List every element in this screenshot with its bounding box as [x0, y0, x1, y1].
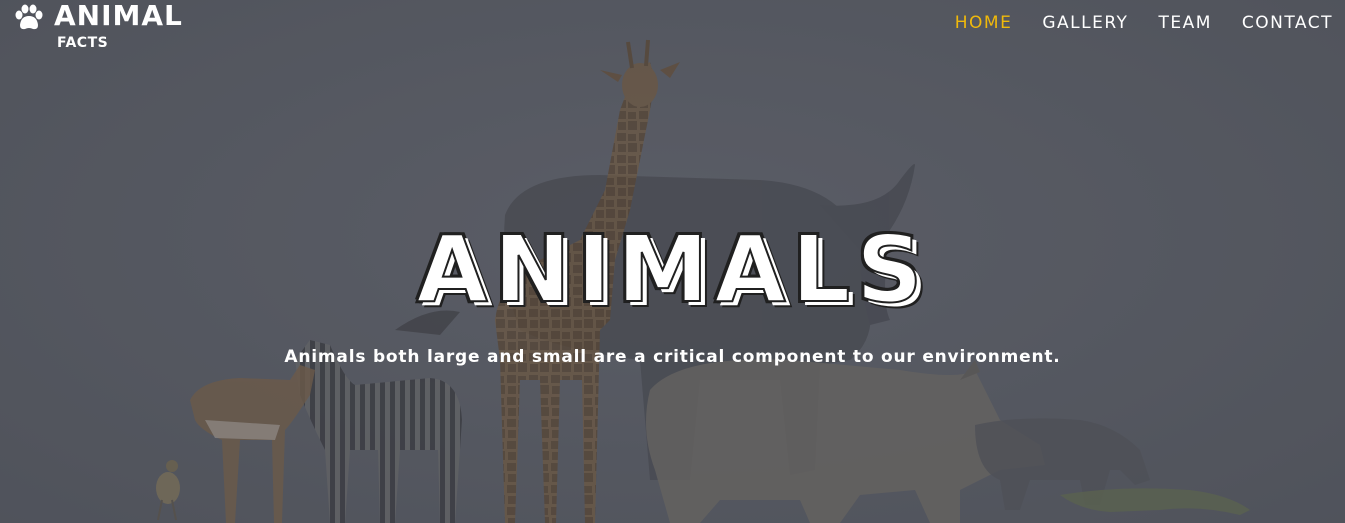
hero-subtitle: Animals both large and small are a criti…	[284, 347, 1061, 367]
brand-logo[interactable]: ANIMAL FACTS	[12, 0, 202, 56]
main-nav: HOME GALLERY TEAM CONTACT	[955, 10, 1333, 36]
brand-title: ANIMAL	[54, 0, 183, 32]
hero-section: ANIMAL FACTS HOME GALLERY TEAM CONTACT A…	[0, 0, 1345, 523]
nav-home[interactable]: HOME	[955, 10, 1013, 36]
hero-title: ANIMALS	[415, 216, 929, 323]
paw-icon	[15, 4, 43, 30]
nav-contact[interactable]: CONTACT	[1242, 10, 1333, 36]
nav-team[interactable]: TEAM	[1158, 10, 1211, 36]
nav-gallery[interactable]: GALLERY	[1042, 10, 1128, 36]
brand-subtitle: FACTS	[57, 35, 109, 51]
